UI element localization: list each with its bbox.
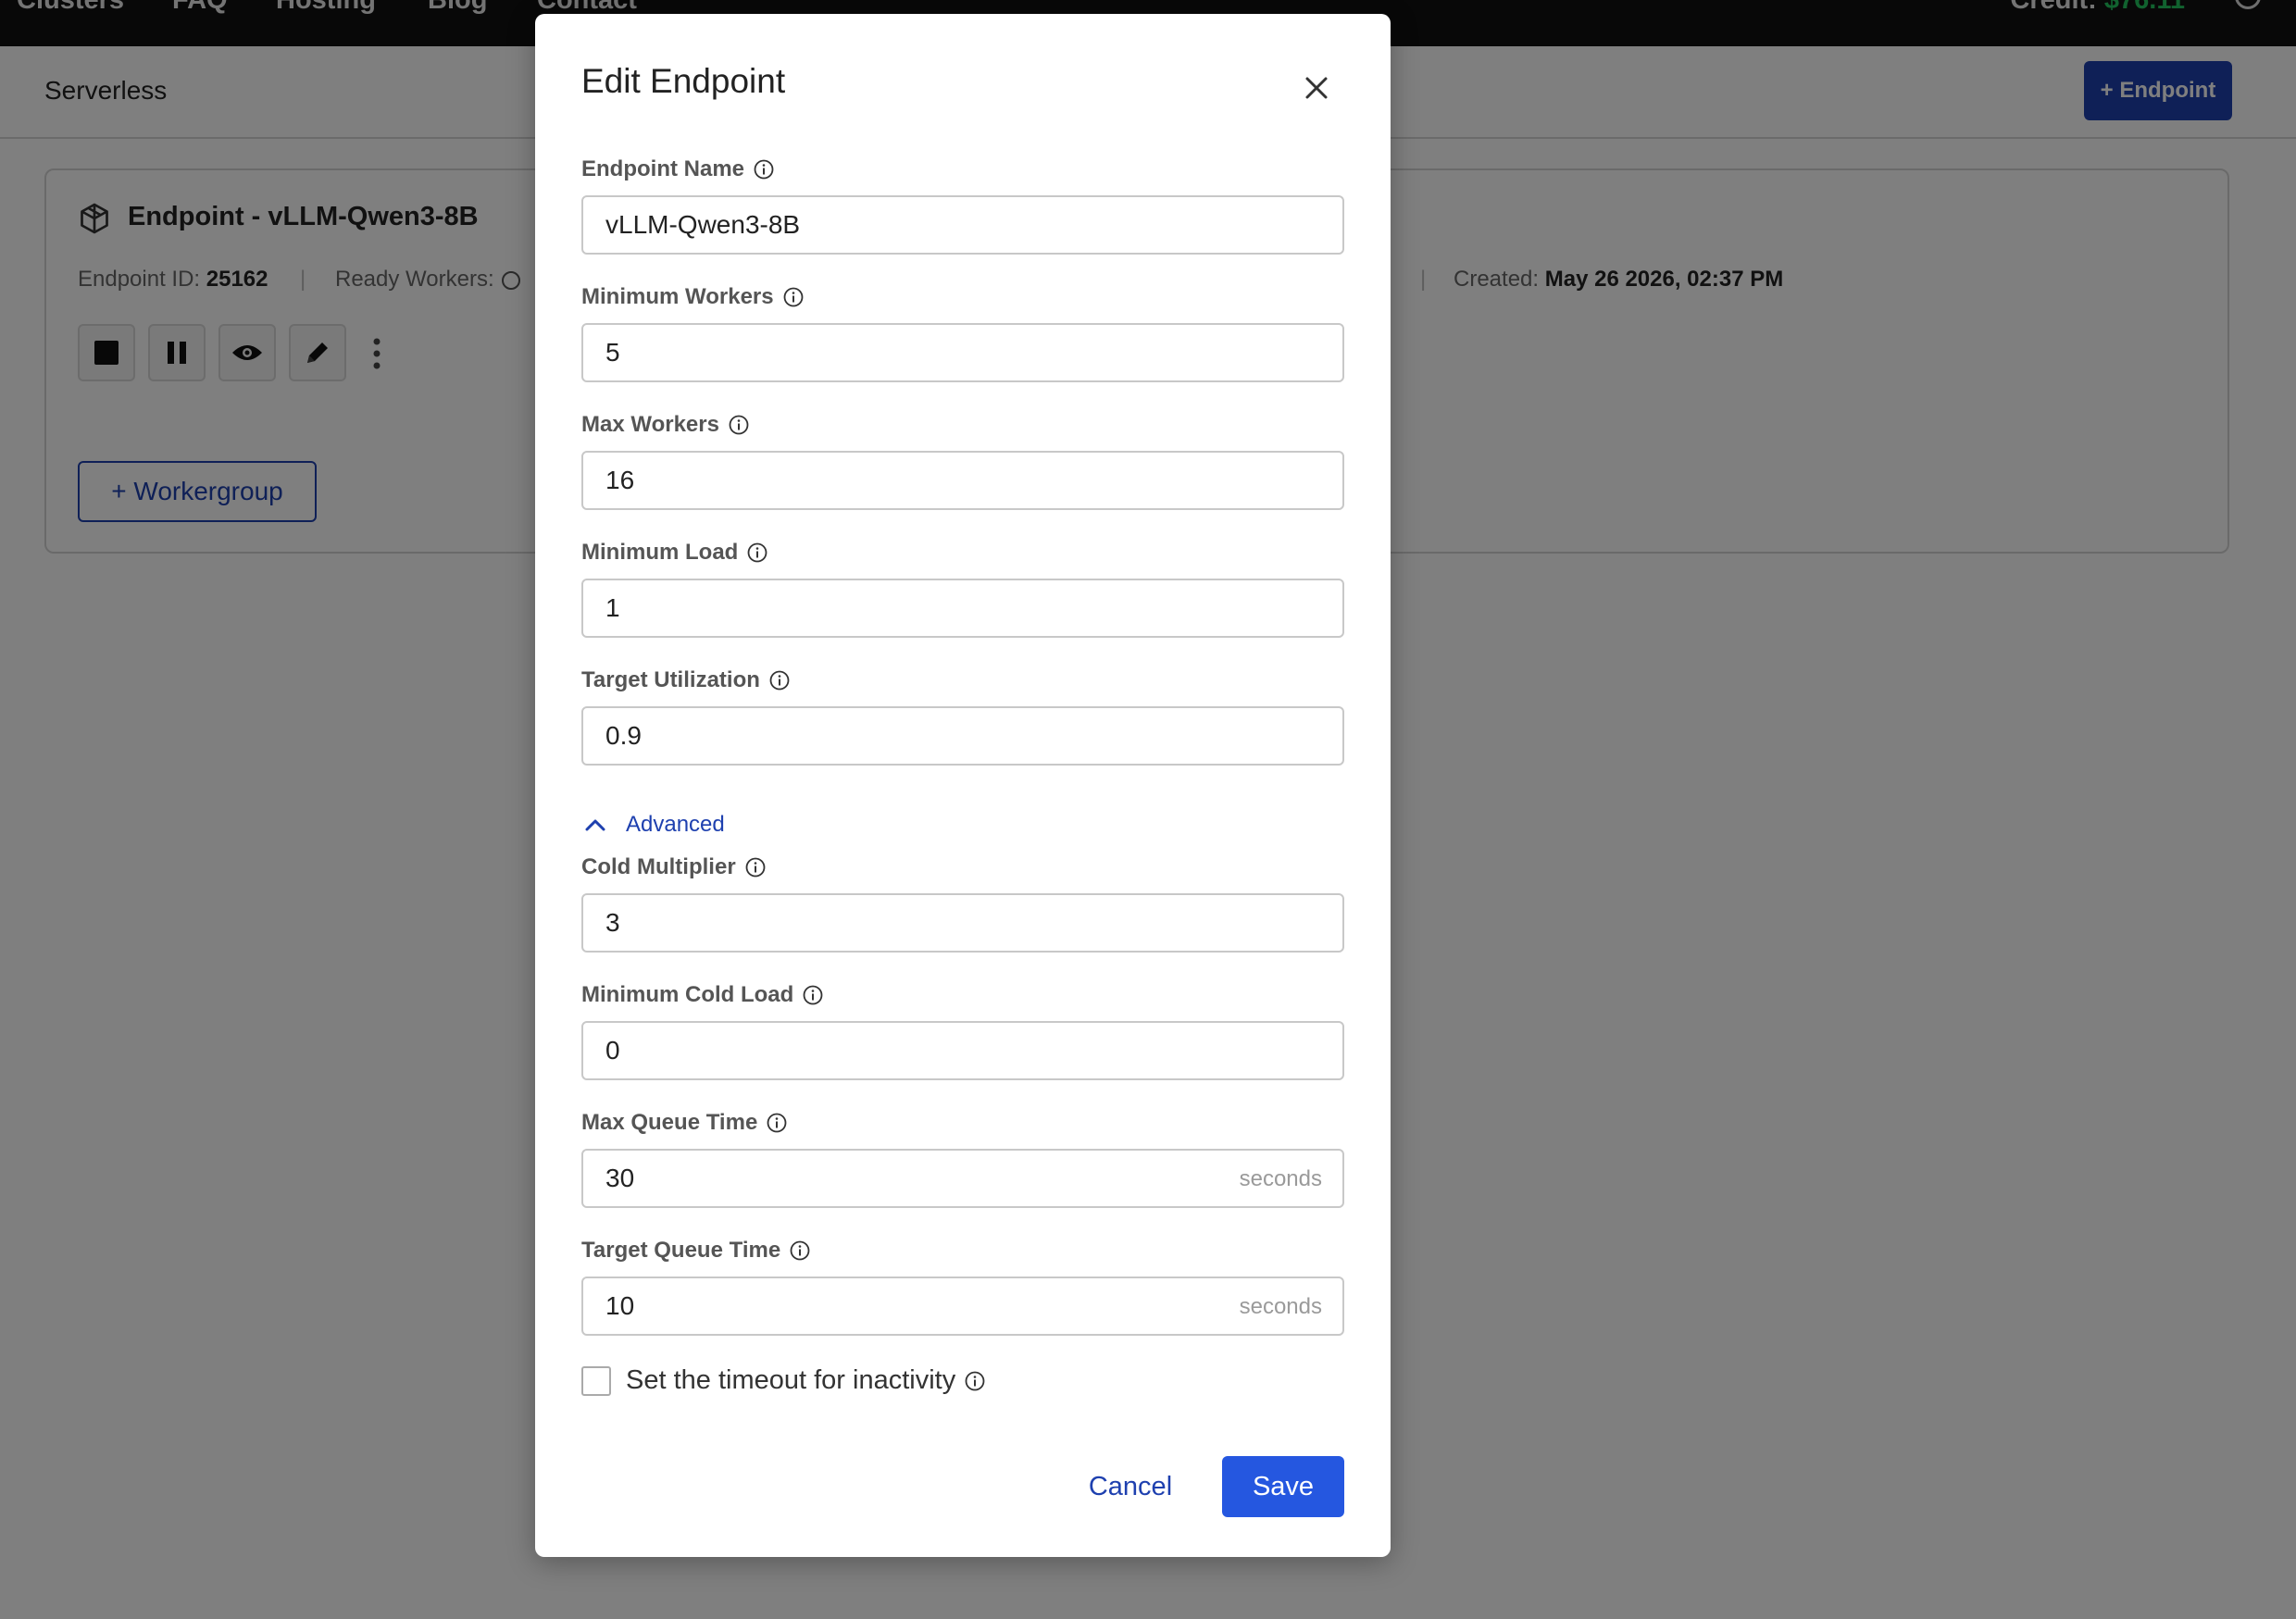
minimum-workers-input[interactable] — [581, 323, 1344, 382]
info-icon[interactable] — [790, 1240, 810, 1261]
cancel-button[interactable]: Cancel — [1061, 1456, 1200, 1517]
field-label-text: Cold Multiplier — [581, 854, 736, 879]
info-icon[interactable] — [745, 857, 766, 878]
field-label-text: Minimum Cold Load — [581, 982, 794, 1007]
max-workers-label: Max Workers — [581, 412, 749, 438]
save-button[interactable]: Save — [1222, 1456, 1344, 1517]
inactivity-timeout-row: Set the timeout for inactivity — [581, 1365, 985, 1396]
dialog-title: Edit Endpoint — [581, 62, 786, 100]
field-label-text: Max Queue Time — [581, 1110, 758, 1135]
target-utilization-input[interactable] — [581, 706, 1344, 766]
info-icon[interactable] — [729, 415, 749, 435]
field-label-text: Max Workers — [581, 412, 719, 437]
target-queue-time-label: Target Queue Time — [581, 1238, 810, 1264]
field-label-text: Target Queue Time — [581, 1238, 781, 1263]
advanced-label: Advanced — [626, 812, 725, 837]
endpoint-name-label: Endpoint Name — [581, 156, 774, 182]
max-queue-time-label: Max Queue Time — [581, 1110, 787, 1136]
inactivity-timeout-label[interactable]: Set the timeout for inactivity — [626, 1365, 955, 1396]
seconds-unit: seconds — [1239, 1166, 1322, 1191]
info-icon[interactable] — [767, 1113, 787, 1133]
max-queue-time-input[interactable] — [581, 1149, 1344, 1208]
endpoint-name-input[interactable] — [581, 195, 1344, 255]
close-icon — [1305, 77, 1328, 99]
target-queue-time-input[interactable] — [581, 1277, 1344, 1336]
minimum-load-input[interactable] — [581, 579, 1344, 638]
minimum-workers-label: Minimum Workers — [581, 284, 804, 310]
field-label-text: Endpoint Name — [581, 156, 745, 181]
info-icon[interactable] — [747, 542, 767, 563]
info-icon[interactable] — [783, 287, 804, 307]
inactivity-timeout-checkbox[interactable] — [581, 1365, 611, 1396]
advanced-toggle[interactable]: Advanced — [581, 806, 725, 843]
field-label-text: Minimum Load — [581, 540, 739, 565]
close-button[interactable] — [1296, 68, 1337, 108]
info-icon[interactable] — [769, 670, 790, 691]
minimum-cold-load-input[interactable] — [581, 1021, 1344, 1080]
edit-endpoint-dialog: Edit Endpoint Endpoint Name Minimum Work… — [535, 14, 1391, 1557]
info-icon[interactable] — [965, 1371, 985, 1391]
chevron-up-icon — [585, 819, 605, 831]
cold-multiplier-input[interactable] — [581, 893, 1344, 953]
minimum-load-label: Minimum Load — [581, 540, 767, 566]
minimum-cold-load-label: Minimum Cold Load — [581, 982, 823, 1008]
target-utilization-label: Target Utilization — [581, 667, 790, 693]
field-label-text: Target Utilization — [581, 667, 760, 692]
info-icon[interactable] — [803, 985, 823, 1005]
seconds-unit: seconds — [1239, 1294, 1322, 1319]
cold-multiplier-label: Cold Multiplier — [581, 854, 766, 880]
info-icon[interactable] — [754, 159, 774, 180]
max-workers-input[interactable] — [581, 451, 1344, 510]
field-label-text: Minimum Workers — [581, 284, 774, 309]
